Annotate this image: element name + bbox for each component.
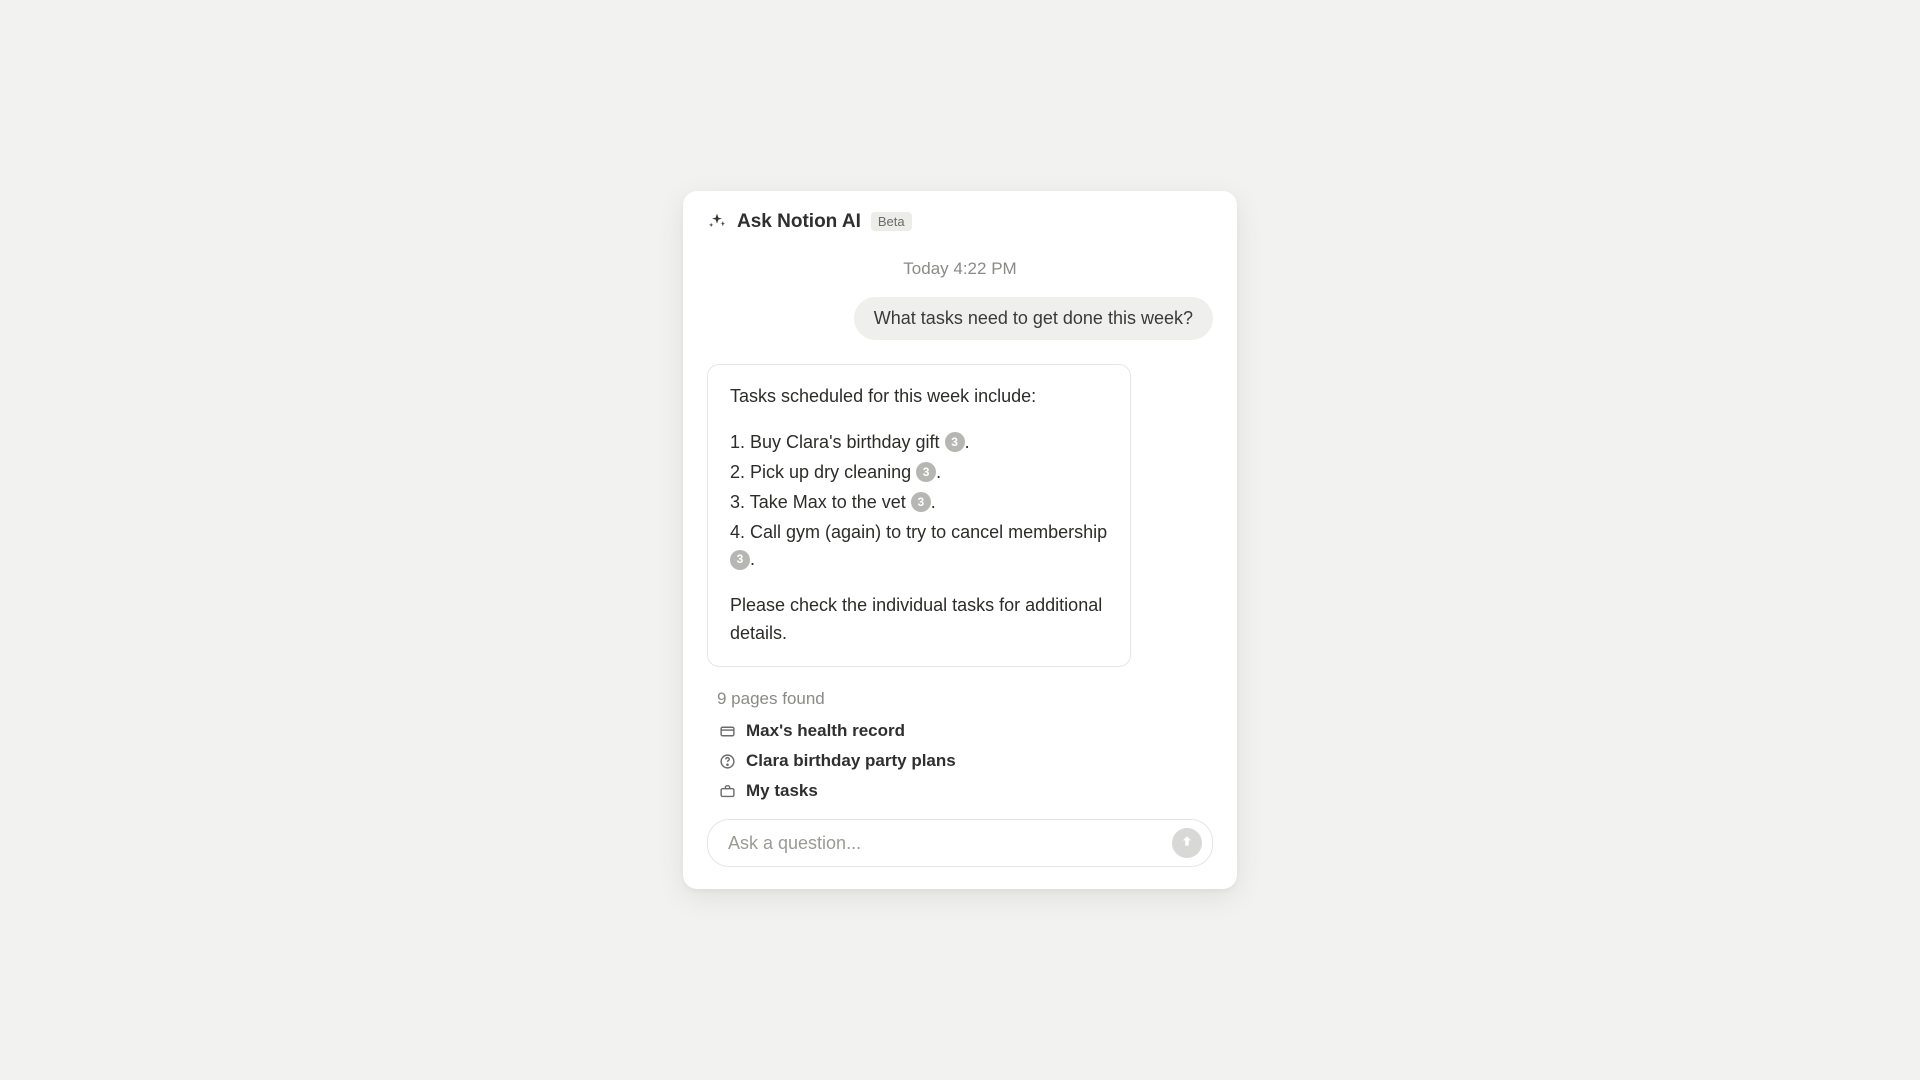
ai-response-lead: Tasks scheduled for this week include: xyxy=(730,383,1108,411)
reference-badge[interactable]: 3 xyxy=(916,462,936,482)
ai-response-closing: Please check the individual tasks for ad… xyxy=(730,592,1108,648)
ai-task-item: 4. Call gym (again) to try to cancel mem… xyxy=(730,519,1108,575)
timestamp: Today 4:22 PM xyxy=(707,259,1213,279)
ask-ai-panel: Ask Notion AI Beta Today 4:22 PM What ta… xyxy=(683,191,1237,889)
page-item-max-health[interactable]: Max's health record xyxy=(719,721,1213,741)
question-input-row xyxy=(707,819,1213,867)
card-icon xyxy=(719,723,736,740)
page-item-label: Clara birthday party plans xyxy=(746,751,956,771)
reference-badge[interactable]: 3 xyxy=(911,492,931,512)
arrow-up-icon xyxy=(1180,834,1194,853)
page-item-label: Max's health record xyxy=(746,721,905,741)
panel-title: Ask Notion AI xyxy=(737,211,861,233)
question-input[interactable] xyxy=(728,833,1172,854)
pages-found-label: 9 pages found xyxy=(707,689,1213,709)
panel-header: Ask Notion AI Beta xyxy=(707,211,1213,233)
reference-badge[interactable]: 3 xyxy=(945,432,965,452)
ai-task-list: 1. Buy Clara's birthday gift 3. 2. Pick … xyxy=(730,429,1108,574)
briefcase-icon xyxy=(719,783,736,800)
page-item-my-tasks[interactable]: My tasks xyxy=(719,781,1213,801)
ai-task-item: 1. Buy Clara's birthday gift 3. xyxy=(730,429,1108,457)
pages-list: Max's health record Clara birthday party… xyxy=(707,721,1213,801)
page-item-label: My tasks xyxy=(746,781,818,801)
beta-badge: Beta xyxy=(871,212,912,231)
user-message: What tasks need to get done this week? xyxy=(854,297,1213,340)
page-item-clara-plans[interactable]: Clara birthday party plans xyxy=(719,751,1213,771)
user-message-row: What tasks need to get done this week? xyxy=(707,297,1213,340)
send-button[interactable] xyxy=(1172,828,1202,858)
sparkle-icon xyxy=(707,212,727,232)
reference-badge[interactable]: 3 xyxy=(730,550,750,570)
ai-task-item: 3. Take Max to the vet 3. xyxy=(730,489,1108,517)
ai-task-item: 2. Pick up dry cleaning 3. xyxy=(730,459,1108,487)
ai-response: Tasks scheduled for this week include: 1… xyxy=(707,364,1131,667)
help-icon xyxy=(719,753,736,770)
